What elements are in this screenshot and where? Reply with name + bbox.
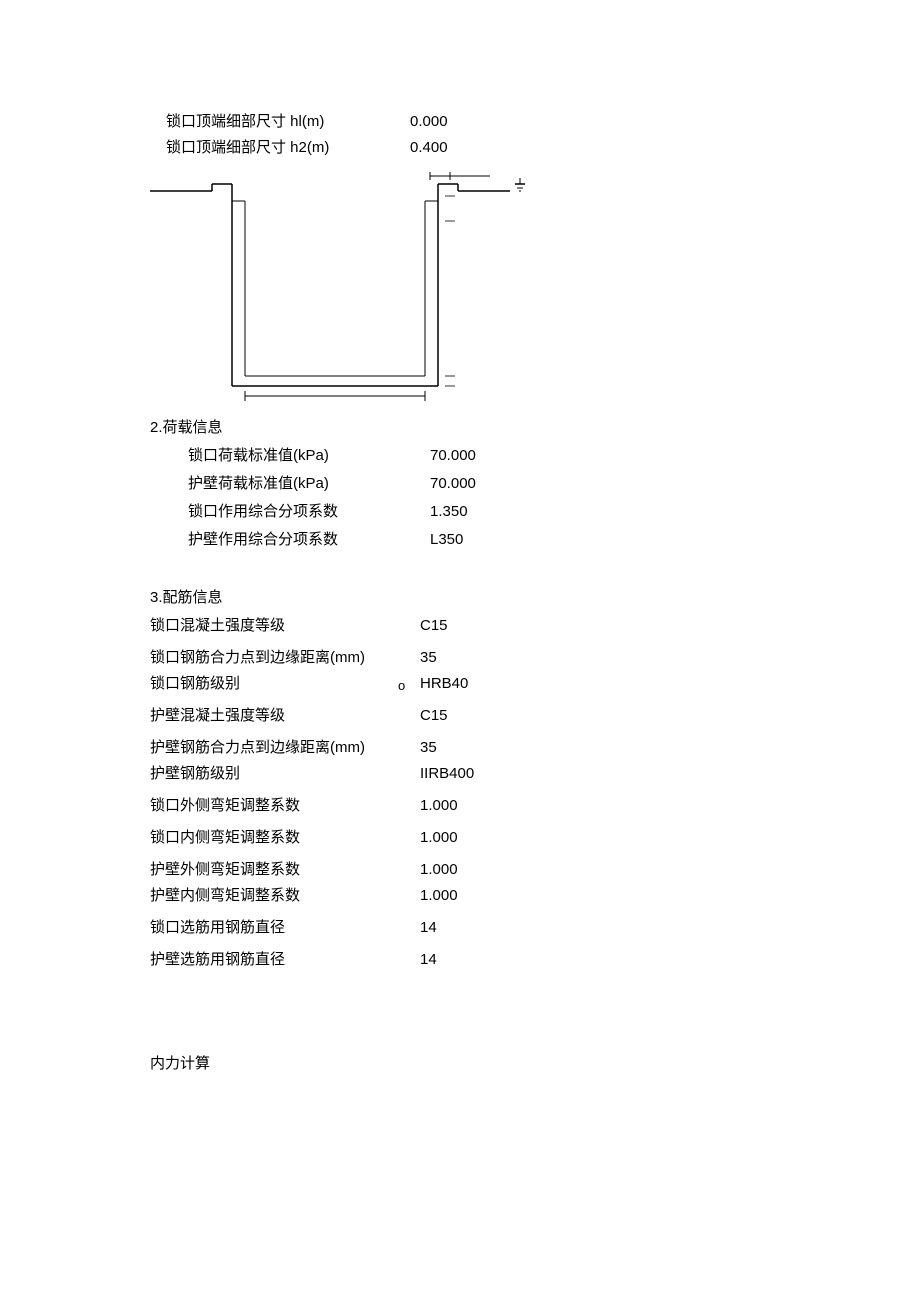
load-label: 锁口作用综合分项系数 (150, 500, 430, 524)
load-label: 护壁荷载标准值(kPa) (150, 472, 430, 496)
reinf-value: HRB40 (420, 672, 468, 696)
section-title-load: 2.荷载信息 (150, 416, 920, 440)
reinf-row: 锁口钢筋合力点到边缘距离(mm) 35 (150, 646, 920, 670)
load-value: 70.000 (430, 472, 476, 496)
load-row: 锁口荷载标准值(kPa) 70.000 (150, 444, 920, 468)
reinf-value: 1.000 (420, 794, 458, 818)
reinf-value: 35 (420, 736, 437, 760)
param-value: 0.000 (410, 110, 448, 134)
load-value: L350 (430, 528, 463, 552)
reinf-label: 锁口混凝土强度等级 (150, 614, 420, 638)
param-label: 锁口顶端细部尺寸 hl(m) (150, 110, 410, 134)
reinf-label: 锁口钢筋合力点到边缘距离(mm) (150, 646, 420, 670)
reinf-row: 锁口内侧弯矩调整系数 1.000 (150, 826, 920, 850)
reinf-row: 护壁选筋用钢筋直径 14 (150, 948, 920, 972)
section-title-reinforcement: 3.配筋信息 (150, 586, 920, 610)
reinf-label: 锁口选筋用钢筋直径 (150, 916, 420, 940)
note-char: ᴏ (398, 676, 405, 697)
reinf-label: 锁口钢筋级别 (150, 672, 420, 696)
reinf-value: 1.000 (420, 858, 458, 882)
reinf-label: 护壁钢筋级别 (150, 762, 420, 786)
param-value: 0.400 (410, 136, 448, 160)
reinf-row: 锁口外侧弯矩调整系数 1.000 (150, 794, 920, 818)
load-value: 70.000 (430, 444, 476, 468)
reinf-value: 1.000 (420, 826, 458, 850)
reinf-label: 护壁内侧弯矩调整系数 (150, 884, 420, 908)
cross-section-diagram (150, 166, 590, 406)
reinf-value: C15 (420, 704, 448, 728)
load-row: 锁口作用综合分项系数 1.350 (150, 500, 920, 524)
reinf-value: 14 (420, 948, 437, 972)
reinf-label: 护壁钢筋合力点到边缘距离(mm) (150, 736, 420, 760)
load-value: 1.350 (430, 500, 468, 524)
reinf-row: 护壁混凝土强度等级 C15 (150, 704, 920, 728)
load-row: 护壁荷载标准值(kPa) 70.000 (150, 472, 920, 496)
reinf-row: 护壁外侧弯矩调整系数 1.000 (150, 858, 920, 882)
reinf-row: 护壁钢筋级别 IIRB400 (150, 762, 920, 786)
reinf-label: 护壁混凝土强度等级 (150, 704, 420, 728)
param-row: 锁口顶端细部尺寸 hl(m) 0.000 (150, 110, 920, 134)
reinf-value: C15 (420, 614, 448, 638)
reinf-row: 锁口选筋用钢筋直径 14 (150, 916, 920, 940)
diagram-svg (150, 166, 590, 406)
reinf-value: 1.000 (420, 884, 458, 908)
reinf-row: 护壁钢筋合力点到边缘距离(mm) 35 (150, 736, 920, 760)
reinf-row: 护壁内侧弯矩调整系数 1.000 (150, 884, 920, 908)
reinf-value: 14 (420, 916, 437, 940)
param-row: 锁口顶端细部尺寸 h2(m) 0.400 (150, 136, 920, 160)
reinf-row: 锁口钢筋级别 HRB40 ᴏ (150, 672, 920, 696)
reinf-value: 35 (420, 646, 437, 670)
reinf-row: 锁口混凝土强度等级 C15 (150, 614, 920, 638)
load-label: 护壁作用综合分项系数 (150, 528, 430, 552)
reinf-label: 锁口内侧弯矩调整系数 (150, 826, 420, 850)
reinf-value: IIRB400 (420, 762, 474, 786)
load-row: 护壁作用综合分项系数 L350 (150, 528, 920, 552)
param-label: 锁口顶端细部尺寸 h2(m) (150, 136, 410, 160)
reinf-label: 护壁外侧弯矩调整系数 (150, 858, 420, 882)
load-label: 锁口荷载标准值(kPa) (150, 444, 430, 468)
footer-section-title: 内力计算 (150, 1052, 920, 1076)
reinf-label: 锁口外侧弯矩调整系数 (150, 794, 420, 818)
reinf-label: 护壁选筋用钢筋直径 (150, 948, 420, 972)
